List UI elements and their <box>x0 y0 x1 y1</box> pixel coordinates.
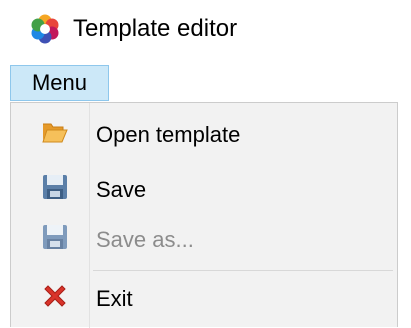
window-title: Template editor <box>73 15 238 42</box>
menu-item-save-as: Save as... <box>11 215 397 265</box>
floppy-disk-icon <box>43 175 67 199</box>
menu-item-label: Save <box>96 177 147 202</box>
menu-bar: Menu <box>0 65 411 103</box>
menu-item-label: Open template <box>96 122 241 147</box>
menu-button[interactable]: Menu <box>10 65 109 101</box>
menu-separator <box>93 270 393 271</box>
menu-item-label: Save as... <box>96 227 194 252</box>
menu-dropdown: Open template Save Save as... Exit <box>10 102 398 328</box>
title-bar: Template editor <box>0 0 411 58</box>
menu-item-label: Exit <box>96 286 133 311</box>
app-logo-icon <box>31 14 59 44</box>
menu-item-open-template[interactable]: Open template <box>11 111 397 161</box>
menu-item-save[interactable]: Save <box>11 165 397 215</box>
red-x-icon <box>44 285 66 307</box>
open-folder-icon <box>42 123 68 143</box>
floppy-disk-icon <box>43 225 67 249</box>
menu-item-exit[interactable]: Exit <box>11 275 397 325</box>
